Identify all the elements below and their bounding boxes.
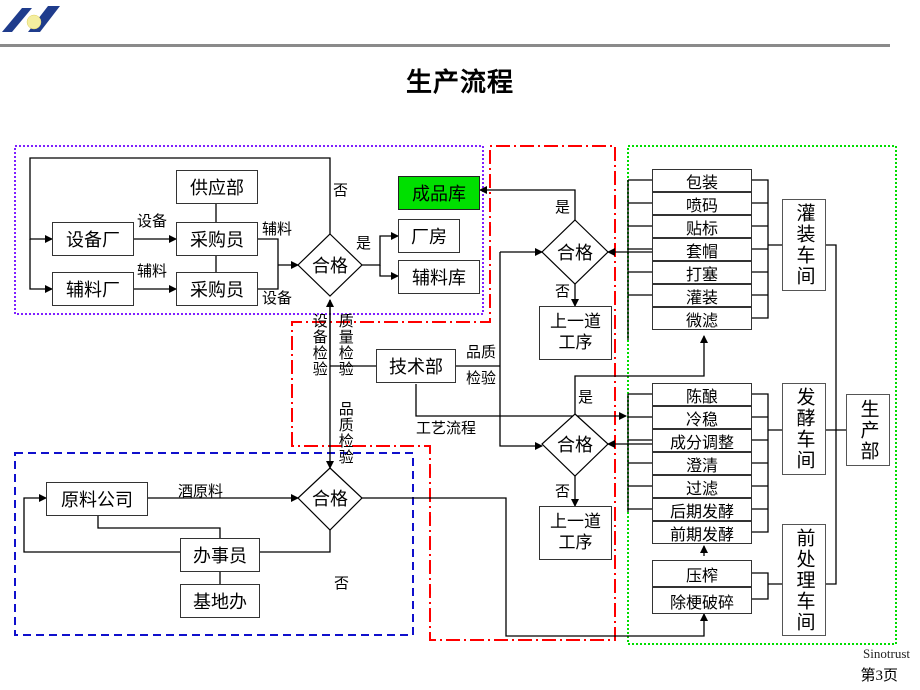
filling-step: 贴标 xyxy=(652,215,752,238)
buyer-bottom-box: 采购员 xyxy=(176,272,258,306)
qc-mid-yes: 是 xyxy=(578,388,594,406)
wine-material-label: 酒原料 xyxy=(178,482,224,500)
filling-step: 套帽 xyxy=(652,238,752,261)
raw-decision-label: 合格 xyxy=(312,489,348,510)
quality-check-label: 质量检验 xyxy=(336,313,355,377)
qc-top-prev-step-line2: 工序 xyxy=(558,333,593,353)
clerk-box: 办事员 xyxy=(180,538,260,572)
purchase-decision-yes: 是 xyxy=(356,234,372,252)
plant-box: 厂房 xyxy=(398,219,460,253)
filling-step: 包装 xyxy=(652,169,752,192)
raw-company-box: 原料公司 xyxy=(46,482,148,516)
qc-mid-decision-label: 合格 xyxy=(557,435,593,456)
raw-decision-no: 否 xyxy=(334,574,350,592)
filling-step: 微滤 xyxy=(652,307,752,330)
purchase-decision-no: 否 xyxy=(333,181,349,199)
fermentation-step: 过滤 xyxy=(652,475,752,498)
qc-mid-no: 否 xyxy=(555,482,571,500)
fermentation-step: 前期发酵 xyxy=(652,521,752,544)
filling-workshop-box: 灌装车间 xyxy=(782,199,826,291)
filling-step: 打塞 xyxy=(652,261,752,284)
product-quality-check-label: 品质检验 xyxy=(336,401,355,465)
page-number: 第3页 xyxy=(860,668,898,684)
equipment-check-label: 设备检验 xyxy=(310,313,329,377)
fermentation-step: 陈酿 xyxy=(652,383,752,406)
fermentation-step: 成分调整 xyxy=(652,429,752,452)
base-office-box: 基地办 xyxy=(180,584,260,618)
tech-dept-box: 技术部 xyxy=(376,349,456,383)
equipment-factory-box: 设备厂 xyxy=(52,222,134,256)
fermentation-step: 冷稳 xyxy=(652,406,752,429)
filling-step: 灌装 xyxy=(652,284,752,307)
fermentation-step: 澄清 xyxy=(652,452,752,475)
supply-dept-box: 供应部 xyxy=(176,170,258,204)
qc-top-prev-step-line1: 上一道 xyxy=(550,311,601,332)
aux-factory-box: 辅料厂 xyxy=(52,272,134,306)
qc-top-prev-step-box: 上一道 工序 xyxy=(539,306,612,360)
qc-top-decision-label: 合格 xyxy=(557,243,593,264)
footer-brand: Sinotrust xyxy=(863,646,910,661)
qc-mid-prev-step-line1: 上一道 xyxy=(550,511,601,532)
aux-store-box: 辅料库 xyxy=(398,260,480,294)
fermentation-workshop-box: 发酵车间 xyxy=(782,383,826,475)
finished-store-box: 成品库 xyxy=(398,176,480,210)
qc-mid-prev-step-line2: 工序 xyxy=(558,533,593,553)
purchase-decision-label: 合格 xyxy=(312,256,348,277)
qc-top-yes: 是 xyxy=(555,198,571,216)
pretreatment-step: 除梗破碎 xyxy=(652,587,752,614)
qc-top-no: 否 xyxy=(555,282,571,300)
pretreatment-workshop-box: 前处理车间 xyxy=(782,524,826,636)
edge-label-equipment-in: 设备 xyxy=(137,212,168,230)
pretreatment-step: 压榨 xyxy=(652,560,752,587)
process-flow-label: 工艺流程 xyxy=(416,419,477,437)
quality-check-right-label-1: 品质 xyxy=(466,343,497,361)
buyer-top-box: 采购员 xyxy=(176,222,258,256)
edge-label-aux-in: 辅料 xyxy=(137,262,168,280)
edge-label-equipment-out: 设备 xyxy=(262,289,293,307)
fermentation-step: 后期发酵 xyxy=(652,498,752,521)
qc-mid-prev-step-box: 上一道 工序 xyxy=(539,506,612,560)
edge-label-aux-out: 辅料 xyxy=(262,220,293,238)
production-dept-box: 生产部 xyxy=(846,394,890,466)
filling-step: 喷码 xyxy=(652,192,752,215)
quality-check-right-label-2: 检验 xyxy=(466,369,497,387)
